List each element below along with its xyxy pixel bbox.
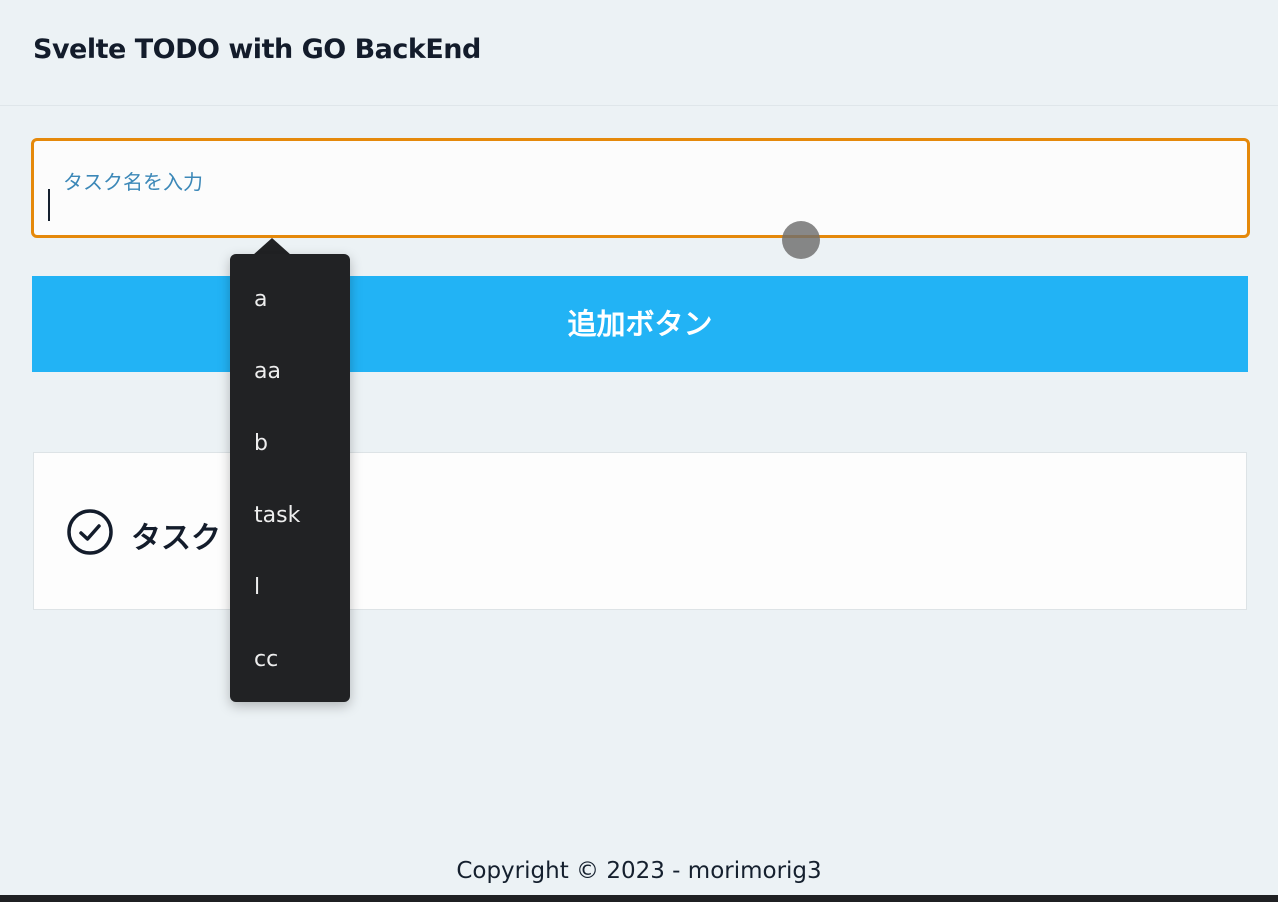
touch-pointer-indicator (782, 221, 820, 259)
autocomplete-list: a aa b task l cc (230, 254, 350, 704)
footer-copyright: Copyright © 2023 - morimorig3 (456, 858, 822, 884)
app-header: Svelte TODO with GO BackEnd (0, 0, 1278, 106)
page-title: Svelte TODO with GO BackEnd (33, 34, 481, 65)
task-name: タスク (131, 521, 221, 556)
autocomplete-option[interactable]: cc (230, 632, 350, 704)
autocomplete-dropdown: a aa b task l cc (230, 254, 350, 702)
task-input-container[interactable]: タスク名を入力 (31, 138, 1250, 238)
autocomplete-pointer (253, 238, 291, 255)
text-caret (48, 189, 50, 221)
check-circle-icon[interactable] (65, 507, 115, 557)
bottom-bar (0, 895, 1278, 902)
autocomplete-option[interactable]: b (230, 416, 350, 488)
task-card: タスク (33, 452, 1247, 610)
add-task-button[interactable]: 追加ボタン (32, 276, 1248, 372)
autocomplete-option[interactable]: aa (230, 344, 350, 416)
autocomplete-option[interactable]: task (230, 488, 350, 560)
task-name-input[interactable] (47, 187, 1227, 223)
autocomplete-option[interactable]: a (230, 272, 350, 344)
autocomplete-option[interactable]: l (230, 560, 350, 632)
